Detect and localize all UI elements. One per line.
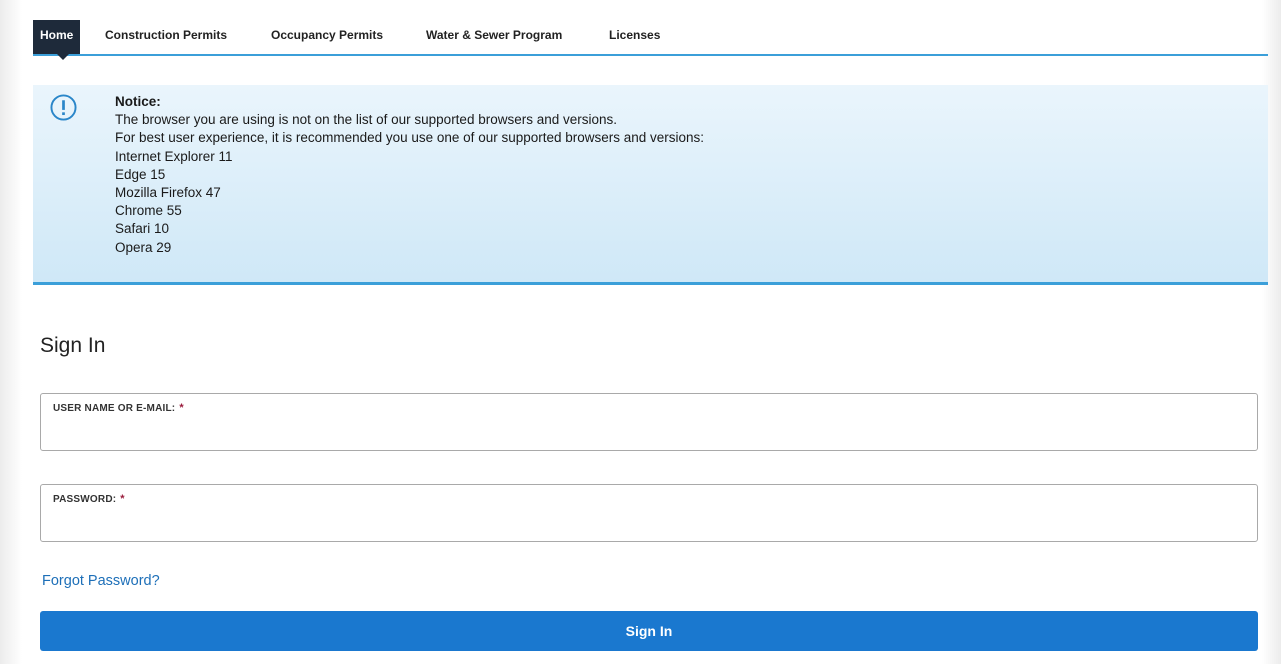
username-label: USER NAME OR E-MAIL: *: [53, 402, 184, 414]
nav-tab-label: Water & Sewer Program: [426, 28, 563, 42]
nav-tab-label: Construction Permits: [105, 28, 228, 42]
browser-notice: Notice: The browser you are using is not…: [33, 85, 1268, 285]
username-label-text: USER NAME OR E-MAIL:: [53, 403, 176, 414]
nav-tab-label: Licenses: [609, 28, 661, 42]
supported-browser: Safari 10: [115, 221, 170, 237]
supported-browser: Internet Explorer 11: [115, 148, 233, 164]
notice-title: Notice:: [115, 94, 161, 109]
nav-tab-construction-permits[interactable]: Construction Permits: [105, 20, 227, 54]
username-field[interactable]: USER NAME OR E-MAIL: *: [40, 393, 1258, 451]
password-label: PASSWORD: *: [53, 493, 125, 505]
nav-tab-home[interactable]: Home: [33, 20, 81, 60]
page-title: Sign In: [40, 334, 106, 357]
supported-browser: Opera 29: [115, 239, 172, 255]
notice-body: Notice: The browser you are using is not…: [115, 93, 704, 257]
supported-browser: Edge 15: [115, 166, 166, 182]
nav-tab-label: Home: [40, 28, 74, 42]
nav-tab-occupancy-permits[interactable]: Occupancy Permits: [271, 20, 383, 54]
required-asterisk-icon: *: [179, 402, 184, 414]
sign-in-button[interactable]: Sign In: [40, 611, 1258, 651]
supported-browser: Chrome 55: [115, 203, 182, 219]
nav-tab-licenses[interactable]: Licenses: [609, 20, 660, 54]
notice-line: For best user experience, it is recommen…: [115, 130, 705, 146]
main-nav: Home Construction Permits Occupancy Perm…: [33, 20, 1268, 60]
notice-line: The browser you are using is not on the …: [115, 112, 618, 128]
password-input[interactable]: [53, 511, 1247, 537]
nav-tab-label: Occupancy Permits: [271, 28, 384, 42]
password-field[interactable]: PASSWORD: *: [40, 484, 1258, 542]
supported-browser: Mozilla Firefox 47: [115, 185, 221, 201]
password-label-text: PASSWORD:: [53, 494, 117, 505]
required-asterisk-icon: *: [120, 493, 125, 505]
active-tab-caret-icon: [57, 54, 69, 60]
forgot-password-link[interactable]: Forgot Password?: [42, 573, 160, 589]
info-circle-icon: [50, 94, 77, 121]
nav-tab-water-sewer-program[interactable]: Water & Sewer Program: [426, 20, 562, 54]
username-input[interactable]: [53, 420, 1247, 446]
